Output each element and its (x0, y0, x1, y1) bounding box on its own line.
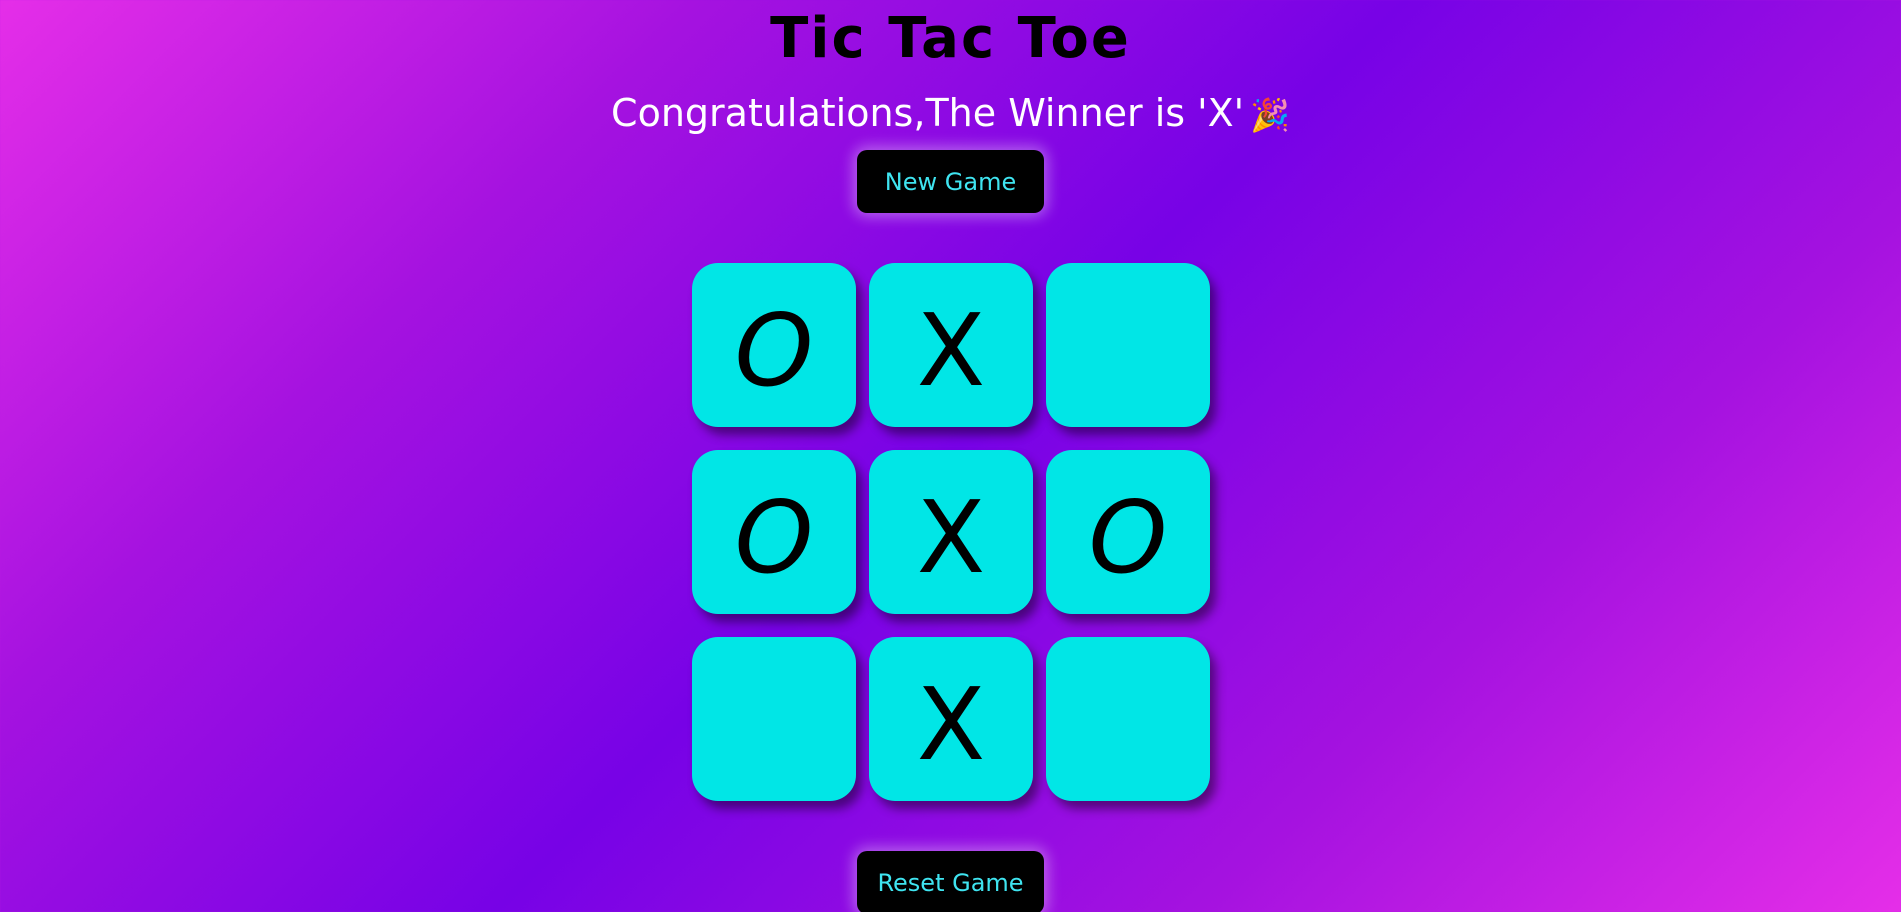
board-cell[interactable]: X (869, 263, 1033, 427)
reset-game-button[interactable]: Reset Game (857, 851, 1044, 912)
board-cell[interactable]: X (869, 637, 1033, 801)
board-cell[interactable]: X (869, 450, 1033, 614)
party-popper-icon: 🎉 (1250, 96, 1290, 134)
cell-mark: O (1088, 479, 1168, 596)
winner-message-text: Congratulations,The Winner is 'X' (611, 91, 1245, 135)
game-page: Tic Tac Toe Congratulations,The Winner i… (0, 0, 1901, 912)
board-cell[interactable]: O (692, 450, 856, 614)
board-cell[interactable] (692, 637, 856, 801)
board-cell[interactable] (1046, 637, 1210, 801)
board-cell[interactable]: O (1046, 450, 1210, 614)
board-cell[interactable]: O (692, 263, 856, 427)
new-game-button[interactable]: New Game (857, 150, 1044, 213)
cell-mark: X (916, 666, 986, 783)
cell-mark: X (916, 479, 986, 596)
cell-mark: O (734, 292, 814, 409)
page-title: Tic Tac Toe (770, 6, 1131, 71)
cell-mark: O (734, 479, 814, 596)
board-cell[interactable] (1046, 263, 1210, 427)
winner-message: Congratulations,The Winner is 'X' 🎉 (0, 88, 1901, 140)
cell-mark: X (916, 292, 986, 409)
game-board: O X O X O X (692, 263, 1210, 801)
